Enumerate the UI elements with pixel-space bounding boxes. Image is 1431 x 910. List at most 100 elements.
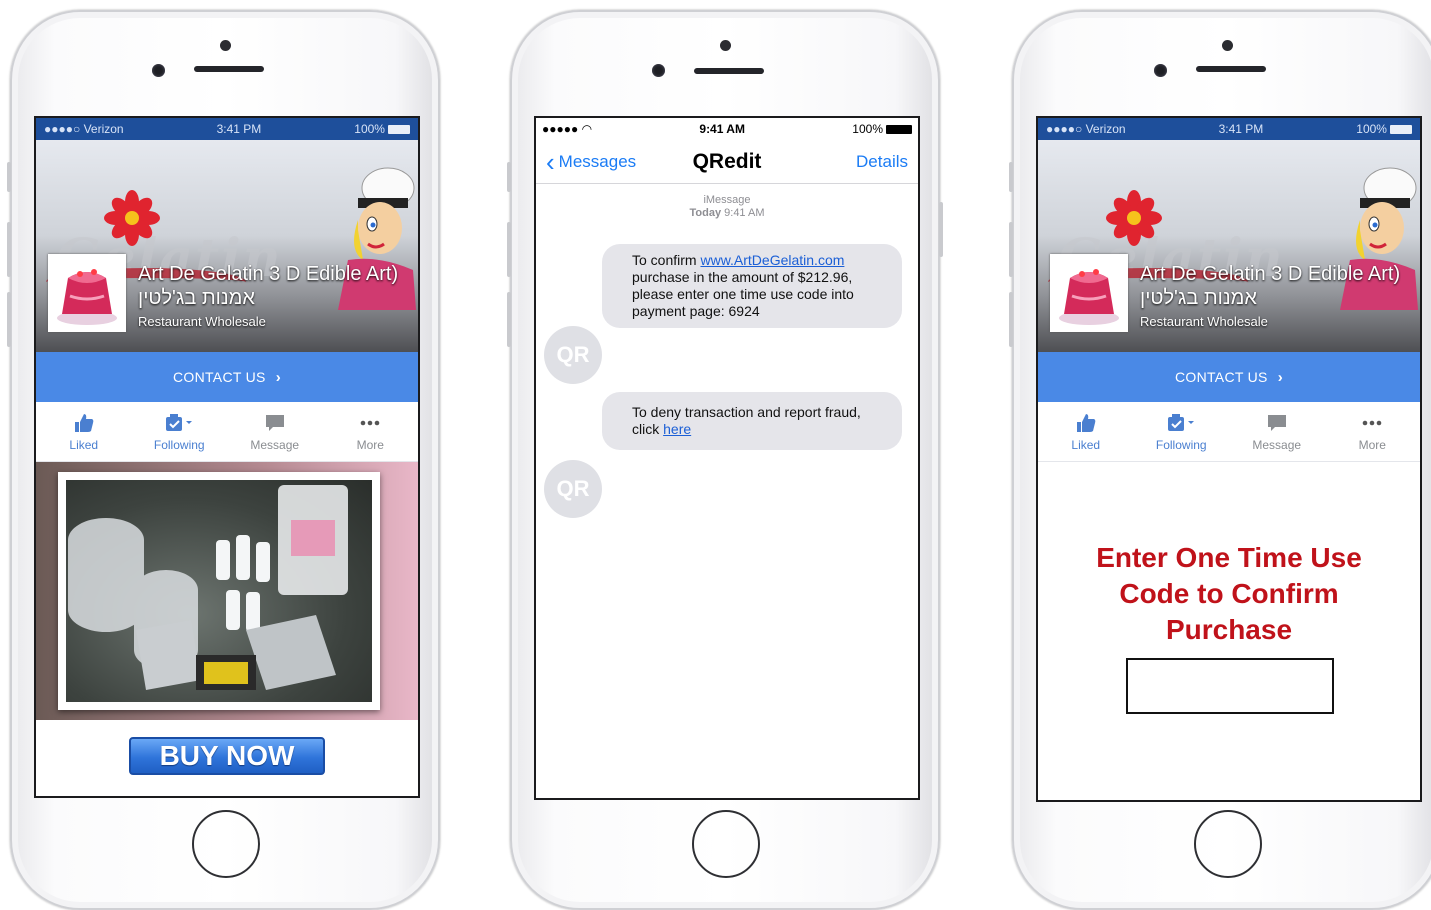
photo-frame bbox=[58, 472, 380, 710]
flower-logo-icon bbox=[104, 190, 160, 246]
sender-avatar[interactable]: QR bbox=[544, 460, 602, 518]
message-button[interactable]: Message bbox=[1237, 412, 1317, 452]
prompt-line-3: Purchase bbox=[1165, 614, 1293, 645]
carrier-label: ●●●●○ Verizon bbox=[1046, 122, 1126, 136]
home-button[interactable] bbox=[692, 810, 760, 878]
volume-up-button bbox=[1009, 222, 1013, 277]
volume-down-button bbox=[1009, 292, 1013, 347]
contact-us-button[interactable]: CONTACT US › bbox=[1038, 352, 1420, 402]
battery-indicator: 100% bbox=[354, 122, 410, 136]
product-photo bbox=[66, 480, 372, 702]
message1-prefix: To confirm bbox=[632, 252, 701, 268]
prompt-line-1: Enter One Time Use bbox=[1096, 542, 1362, 573]
battery-indicator: 100% bbox=[1356, 122, 1412, 136]
following-button[interactable]: Following bbox=[139, 412, 219, 452]
battery-icon bbox=[1389, 125, 1412, 135]
jelly-cake-icon bbox=[50, 256, 124, 330]
page-category: Restaurant Wholesale bbox=[138, 314, 266, 329]
service-label: iMessage bbox=[703, 194, 751, 206]
more-label: More bbox=[1358, 437, 1386, 452]
more-dots-icon bbox=[359, 412, 381, 434]
mute-switch bbox=[7, 162, 11, 192]
confirm-prompt: Enter One Time Use Code to Confirm Purch… bbox=[1038, 540, 1420, 648]
carrier-label: ●●●●○ Verizon bbox=[44, 122, 124, 136]
proximity-sensor bbox=[1222, 40, 1233, 51]
more-button[interactable]: More bbox=[1332, 412, 1412, 452]
buy-now-area: BUY NOW bbox=[36, 720, 418, 792]
message1-body: purchase in the amount of $212.96, pleas… bbox=[632, 269, 854, 319]
page-profile-picture[interactable] bbox=[48, 254, 126, 332]
proximity-sensor bbox=[220, 40, 231, 51]
status-bar: ●●●●● ◠ 9:41 AM 100% bbox=[536, 118, 918, 140]
conversation-timestamp: iMessage Today 9:41 AM bbox=[536, 194, 918, 220]
details-button[interactable]: Details bbox=[856, 152, 908, 172]
earpiece-speaker bbox=[694, 68, 764, 74]
buy-now-button[interactable]: BUY NOW bbox=[129, 737, 325, 775]
proximity-sensor bbox=[720, 40, 731, 51]
mute-switch bbox=[1009, 162, 1013, 192]
gelatin-supplies-image-icon bbox=[68, 485, 348, 690]
phone-facebook: ●●●●○ Verizon 3:41 PM 100% Gelatin Art D… bbox=[7, 10, 440, 910]
signal-indicator: ●●●●● ◠ bbox=[542, 122, 592, 136]
merchant-link[interactable]: www.ArtDeGelatin.com bbox=[700, 252, 844, 268]
battery-indicator: 100% bbox=[852, 122, 912, 136]
power-button bbox=[939, 202, 943, 257]
volume-down-button bbox=[507, 292, 511, 347]
more-dots-icon bbox=[1361, 412, 1383, 434]
home-button[interactable] bbox=[192, 810, 260, 878]
battery-icon bbox=[886, 125, 912, 135]
mute-switch bbox=[507, 162, 511, 192]
cover-photo[interactable]: Gelatin Art De Gelatin 3 D Edible Art) א… bbox=[36, 140, 418, 352]
phone-screen: ●●●●● ◠ 9:41 AM 100% ‹ Messages QRedit D… bbox=[534, 116, 920, 800]
navigation-bar: ‹ Messages QRedit Details bbox=[536, 140, 918, 184]
battery-label: 100% bbox=[852, 122, 883, 136]
front-camera bbox=[152, 64, 165, 77]
message-label: Message bbox=[1252, 437, 1302, 452]
front-camera bbox=[652, 64, 665, 77]
chevron-left-icon: ‹ bbox=[546, 146, 555, 177]
phone-confirm: ●●●●○ Verizon 3:41 PM 100% Gelatin Art D… bbox=[1009, 10, 1431, 910]
earpiece-speaker bbox=[1196, 66, 1266, 72]
contact-us-button[interactable]: CONTACT US › bbox=[36, 352, 418, 402]
following-label: Following bbox=[1155, 437, 1207, 452]
message-label: Message bbox=[250, 437, 300, 452]
contact-us-label: CONTACT US bbox=[1174, 369, 1268, 385]
follow-check-icon bbox=[164, 412, 194, 434]
phone-screen: ●●●●○ Verizon 3:41 PM 100% Gelatin Art D… bbox=[1036, 116, 1422, 802]
date-line: Today 9:41 AM bbox=[536, 207, 918, 220]
one-time-code-input[interactable] bbox=[1126, 658, 1334, 714]
more-button[interactable]: More bbox=[330, 412, 410, 452]
home-button[interactable] bbox=[1194, 810, 1262, 878]
sender-avatar[interactable]: QR bbox=[544, 326, 602, 384]
liked-button[interactable]: Liked bbox=[1046, 412, 1126, 452]
page-profile-picture[interactable] bbox=[1050, 254, 1128, 332]
product-photo-post[interactable] bbox=[36, 462, 418, 720]
status-bar: ●●●●○ Verizon 3:41 PM 100% bbox=[36, 118, 418, 140]
liked-button[interactable]: Liked bbox=[44, 412, 124, 452]
front-camera bbox=[1154, 64, 1167, 77]
chevron-right-icon: › bbox=[1277, 368, 1283, 386]
report-fraud-link[interactable]: here bbox=[663, 421, 691, 437]
thumbs-up-icon bbox=[1075, 412, 1097, 434]
clock-label: 3:41 PM bbox=[216, 122, 262, 136]
flower-logo-icon bbox=[1106, 190, 1162, 246]
liked-label: Liked bbox=[69, 437, 99, 452]
time-label: 9:41 AM bbox=[724, 207, 765, 219]
earpiece-speaker bbox=[194, 66, 264, 72]
phone-screen: ●●●●○ Verizon 3:41 PM 100% Gelatin Art D… bbox=[34, 116, 420, 798]
message-button[interactable]: Message bbox=[235, 412, 315, 452]
cover-photo[interactable]: Gelatin Art De Gelatin 3 D Edible Art) א… bbox=[1038, 140, 1420, 352]
back-label: Messages bbox=[558, 151, 637, 171]
jelly-cake-icon bbox=[1052, 256, 1126, 330]
message-bubble-confirm: To confirm www.ArtDeGelatin.com purchase… bbox=[602, 244, 902, 328]
message-bubble-deny: To deny transaction and report fraud, cl… bbox=[602, 392, 902, 450]
clock-label: 3:41 PM bbox=[1218, 122, 1264, 136]
back-to-messages-button[interactable]: ‹ Messages bbox=[546, 146, 637, 177]
following-button[interactable]: Following bbox=[1141, 412, 1221, 452]
battery-label: 100% bbox=[354, 122, 385, 136]
message-icon bbox=[1266, 412, 1288, 434]
signal-dots: ●●●●● bbox=[542, 122, 582, 136]
page-action-bar: Liked Following Message More bbox=[36, 402, 418, 462]
status-bar: ●●●●○ Verizon 3:41 PM 100% bbox=[1038, 118, 1420, 140]
page-category: Restaurant Wholesale bbox=[1140, 314, 1268, 329]
